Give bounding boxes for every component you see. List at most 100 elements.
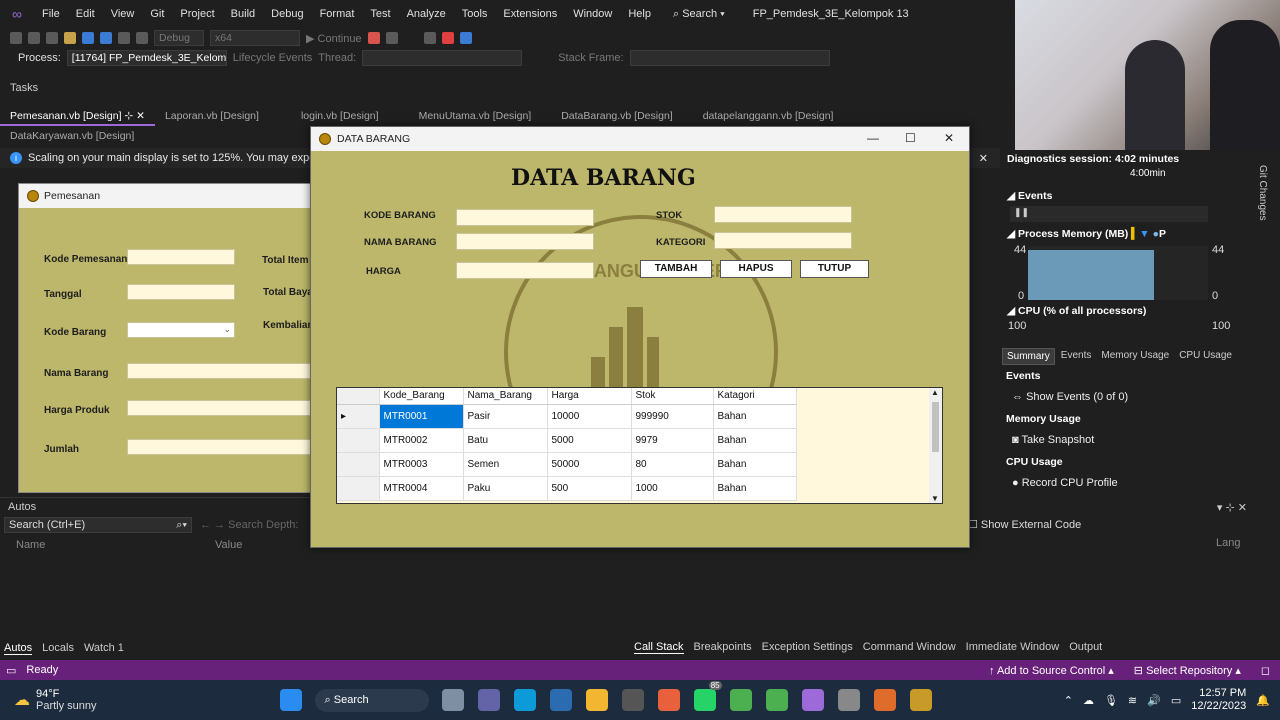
xampp-icon[interactable] — [873, 689, 896, 711]
events-section[interactable]: ◢ Events — [1007, 190, 1052, 202]
close-icon[interactable]: ✕ — [1238, 502, 1247, 514]
nama-barang-field[interactable] — [456, 233, 594, 250]
table-cell[interactable]: Paku — [463, 476, 548, 501]
table-row[interactable]: ▸ MTR0001 Pasir 10000 999990 Bahan — [337, 404, 797, 429]
redo-icon[interactable] — [136, 32, 148, 44]
notifications-icon[interactable]: ◻ — [1261, 664, 1270, 677]
table-row[interactable]: MTR0004 Paku 500 1000 Bahan — [337, 476, 797, 501]
battery-icon[interactable]: ▭ — [1171, 694, 1181, 707]
show-events-link[interactable]: ⇔ Show Events (0 of 0) — [1012, 391, 1128, 403]
wifi-icon[interactable]: ≋ — [1128, 694, 1137, 707]
table-row[interactable]: MTR0003 Semen 50000 80 Bahan — [337, 452, 797, 477]
stok-field[interactable] — [714, 206, 852, 223]
menu-analyze[interactable]: Analyze — [399, 8, 454, 20]
kode-pemesanan-field[interactable] — [127, 249, 235, 265]
menu-tools[interactable]: Tools — [454, 8, 496, 20]
tutup-button[interactable]: TUTUP — [800, 260, 869, 278]
jumlah-field[interactable] — [127, 439, 317, 455]
tab-watch1[interactable]: Watch 1 — [84, 642, 124, 655]
table-cell[interactable]: Semen — [463, 452, 548, 477]
git-changes-side-tab[interactable]: Git Changes — [1257, 165, 1268, 221]
pause-icon[interactable] — [423, 32, 436, 44]
whatsapp-icon[interactable]: 85 — [693, 681, 722, 711]
continue-button[interactable]: ▶ Continue — [306, 32, 362, 45]
take-snapshot-button[interactable]: ◙ Take Snapshot — [1012, 434, 1094, 446]
menu-file[interactable]: File — [34, 8, 68, 20]
table-cell[interactable]: 80 — [631, 452, 714, 477]
table-cell[interactable]: Bahan — [713, 476, 797, 501]
table-row[interactable]: MTR0002 Batu 5000 9979 Bahan — [337, 428, 797, 453]
volume-icon[interactable]: 🔊 — [1147, 694, 1161, 707]
lifecycle-events-button[interactable]: Lifecycle Events — [233, 52, 312, 64]
tab-pemesanan[interactable]: Pemesanan.vb [Design] ⊹ ✕ — [0, 108, 155, 126]
tab-laporan[interactable]: Laporan.vb [Design] — [155, 108, 269, 126]
tab-locals[interactable]: Locals — [42, 642, 74, 655]
info-close-icon[interactable]: ✕ — [979, 152, 988, 165]
task-view-icon[interactable] — [441, 689, 464, 711]
pin-icon[interactable]: ⊹ — [1226, 502, 1238, 514]
tab-immediate-window[interactable]: Immediate Window — [966, 641, 1060, 654]
grid-scrollbar[interactable]: ▲ ▼ — [929, 388, 942, 503]
table-cell[interactable]: 5000 — [547, 428, 632, 453]
chrome-icon[interactable] — [729, 689, 752, 711]
cpu-section[interactable]: ◢ CPU (% of all processors) — [1007, 305, 1146, 317]
table-cell[interactable]: 10000 — [547, 404, 632, 429]
harga-field[interactable] — [456, 262, 594, 279]
save-icon[interactable] — [82, 32, 94, 44]
show-external-code[interactable]: ☐ Show External Code — [968, 518, 1081, 531]
tab-memory-usage[interactable]: Memory Usage — [1097, 348, 1173, 365]
file-explorer-icon[interactable] — [585, 689, 608, 711]
teams-icon[interactable] — [477, 689, 500, 711]
table-cell[interactable]: Batu — [463, 428, 548, 453]
stop-icon[interactable] — [441, 32, 454, 44]
scroll-down-icon[interactable]: ▼ — [931, 494, 939, 503]
save-all-icon[interactable] — [100, 32, 112, 44]
kode-barang-dropdown[interactable]: ⌄ — [127, 322, 235, 338]
menu-test[interactable]: Test — [362, 8, 398, 20]
row-header[interactable] — [337, 476, 380, 501]
menu-edit[interactable]: Edit — [68, 8, 103, 20]
harga-produk-field[interactable] — [127, 400, 317, 416]
col-harga[interactable]: Harga — [547, 388, 632, 405]
back-icon[interactable] — [10, 32, 22, 44]
col-kode-barang[interactable]: Kode_Barang — [379, 388, 464, 405]
menu-help[interactable]: Help — [620, 8, 659, 20]
tab-command-window[interactable]: Command Window — [863, 641, 956, 654]
tab-cpu-usage[interactable]: CPU Usage — [1175, 348, 1236, 365]
visual-studio-icon[interactable] — [801, 689, 824, 711]
tab-databarang[interactable]: DataBarang.vb [Design] — [551, 108, 682, 126]
row-selector-icon[interactable]: ▸ — [337, 404, 380, 429]
break-all-icon[interactable] — [385, 32, 398, 44]
tab-datakaryawan[interactable]: DataKaryawan.vb [Design] — [0, 128, 144, 144]
stack-frame-dropdown[interactable] — [629, 50, 830, 66]
undo-icon[interactable] — [118, 32, 130, 44]
table-cell[interactable]: Pasir — [463, 404, 548, 429]
menu-extensions[interactable]: Extensions — [495, 8, 565, 20]
notification-bell-icon[interactable]: 🔔 — [1256, 694, 1270, 707]
table-cell[interactable]: 500 — [547, 476, 632, 501]
scroll-thumb[interactable] — [932, 402, 939, 452]
table-cell[interactable]: MTR0004 — [379, 476, 464, 501]
tab-call-stack[interactable]: Call Stack — [634, 641, 684, 654]
tab-events[interactable]: Events — [1057, 348, 1096, 365]
chevron-up-icon[interactable]: ⌃ — [1064, 694, 1073, 707]
config-dropdown[interactable]: Debug — [154, 30, 204, 46]
minimize-icon[interactable]: — — [867, 131, 879, 145]
scroll-up-icon[interactable]: ▲ — [931, 388, 939, 397]
table-cell[interactable]: 999990 — [631, 404, 714, 429]
menu-window[interactable]: Window — [565, 8, 620, 20]
edge-icon[interactable] — [513, 689, 536, 711]
process-memory-section[interactable]: ◢ Process Memory (MB) ▍▼ ●P — [1007, 228, 1166, 240]
firefox-icon[interactable] — [657, 689, 680, 711]
app-3-icon[interactable] — [765, 689, 788, 711]
settings-icon[interactable] — [837, 689, 860, 711]
table-cell[interactable]: 9979 — [631, 428, 714, 453]
autos-search-input[interactable]: Search (Ctrl+E) ⌕▾ — [4, 517, 192, 533]
cloud-icon[interactable]: ☁ — [1083, 694, 1094, 707]
menu-git[interactable]: Git — [142, 8, 172, 20]
clock[interactable]: 12:57 PM 12/22/2023 — [1191, 687, 1246, 713]
platform-dropdown[interactable]: x64 — [210, 30, 300, 46]
maximize-icon[interactable]: ☐ — [905, 131, 916, 145]
app-2-icon[interactable] — [621, 689, 644, 711]
menu-view[interactable]: View — [103, 8, 143, 20]
